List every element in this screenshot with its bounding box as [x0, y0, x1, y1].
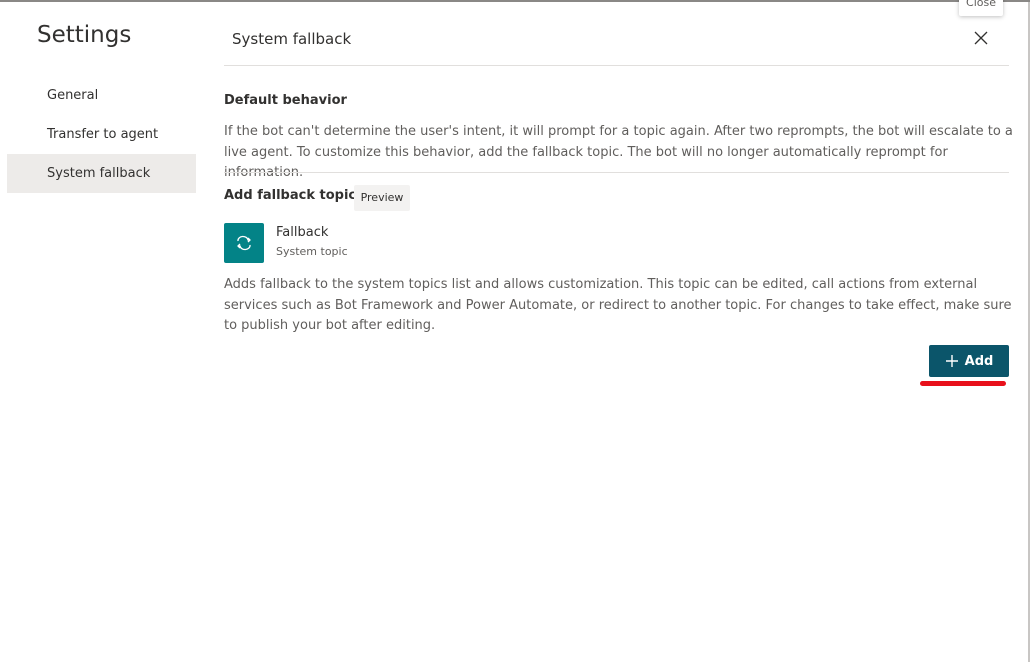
nav-item-system-fallback[interactable]: System fallback	[7, 154, 196, 193]
fallback-topic-description: Adds fallback to the system topics list …	[224, 277, 1012, 333]
nav-item-general[interactable]: General	[7, 76, 196, 115]
topic-type: System topic	[276, 245, 348, 258]
default-behavior-description: If the bot can't determine the user's in…	[224, 124, 1013, 180]
dialog-title: Settings	[37, 22, 132, 48]
loop-icon	[237, 235, 251, 251]
close-button[interactable]	[966, 24, 996, 52]
preview-badge: Preview	[354, 185, 410, 211]
fallback-topic-tile	[224, 223, 264, 263]
section-divider	[224, 172, 1009, 173]
plus-icon	[945, 355, 958, 367]
add-button-label: Add	[964, 353, 994, 369]
page-title: System fallback	[232, 30, 352, 48]
close-tooltip: Close	[959, 0, 1003, 16]
settings-nav: General Transfer to agent System fallbac…	[7, 76, 196, 193]
annotation-underline	[920, 381, 1006, 386]
close-icon	[974, 31, 988, 45]
header-divider	[224, 65, 1009, 66]
fallback-topic-heading: Add fallback topic	[224, 188, 357, 203]
settings-dialog: Settings General Transfer to agent Syste…	[0, 0, 1030, 662]
nav-item-transfer-to-agent[interactable]: Transfer to agent	[7, 115, 196, 154]
topic-name: Fallback	[276, 225, 329, 240]
add-button[interactable]: Add	[929, 345, 1009, 377]
default-behavior-heading: Default behavior	[224, 93, 347, 108]
